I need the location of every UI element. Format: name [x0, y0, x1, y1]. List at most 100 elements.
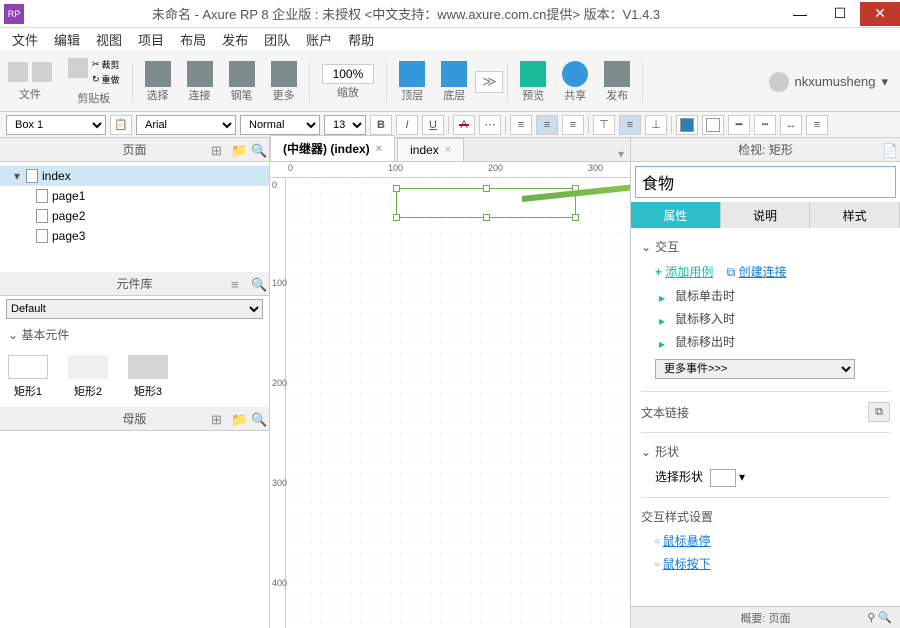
bold-button[interactable]: B [370, 115, 392, 135]
more-fmt-button[interactable]: ≡ [806, 115, 828, 135]
menu-publish[interactable]: 发布 [214, 28, 256, 51]
more-icon[interactable] [271, 61, 297, 87]
lib-search-icon[interactable]: 🔍 [251, 277, 265, 291]
tab-notes[interactable]: 说明 [721, 202, 811, 228]
canvas-area: (中继器) (index)× index× ▾ 0 100 200 300 0 … [270, 138, 630, 628]
canvas[interactable] [286, 178, 630, 628]
library-select[interactable]: Default [6, 299, 263, 319]
event-click[interactable]: ▸鼠标单击时 [641, 284, 890, 307]
master-folder-icon[interactable]: 📁 [231, 412, 245, 426]
search-icon[interactable]: 🔍 [251, 143, 265, 157]
menu-layout[interactable]: 布局 [172, 28, 214, 51]
menu-view[interactable]: 视图 [88, 28, 130, 51]
weight-select[interactable]: Normal [240, 115, 320, 135]
size-select[interactable]: 13 [324, 115, 366, 135]
tab-style[interactable]: 样式 [810, 202, 900, 228]
menu-project[interactable]: 项目 [130, 28, 172, 51]
add-case-link[interactable]: 添加用例 [665, 263, 713, 280]
outline-bar[interactable]: 概要: 页面 ⚲ 🔍 [631, 606, 900, 628]
border-button[interactable] [702, 115, 724, 135]
paste-icon[interactable] [68, 58, 88, 78]
top-icon[interactable] [399, 61, 425, 87]
shape-picker[interactable] [710, 469, 736, 487]
select-label: 选择 [147, 87, 169, 103]
text-color-button[interactable]: A [453, 115, 475, 135]
fill-button[interactable] [676, 115, 698, 135]
inspector-menu-icon[interactable]: 📄 [882, 143, 896, 157]
publish-icon[interactable] [604, 61, 630, 87]
lib-menu-icon[interactable]: ≡ [231, 277, 245, 291]
tree-item-page2[interactable]: page2 [0, 206, 269, 226]
press-style-link[interactable]: 鼠标按下 [663, 557, 711, 571]
hover-style-link[interactable]: 鼠标悬停 [663, 534, 711, 548]
text-link-button[interactable]: ⧉ [868, 402, 890, 422]
add-master-icon[interactable]: ⊞ [211, 412, 225, 426]
extra-button[interactable]: ⋯ [479, 115, 501, 135]
close-icon[interactable]: × [376, 143, 382, 155]
section-shape[interactable]: ⌄形状 [641, 439, 890, 464]
filter-icon[interactable]: ⚲ 🔍 [867, 611, 892, 624]
avatar-icon [769, 72, 789, 92]
maximize-button[interactable]: ☐ [820, 2, 860, 26]
line-weight-button[interactable]: ━ [728, 115, 750, 135]
lib-item-rect3[interactable]: 矩形3 [128, 355, 168, 399]
menu-team[interactable]: 团队 [256, 28, 298, 51]
zoom-select[interactable]: 100% [322, 64, 375, 84]
valign-bot-button[interactable]: ⊥ [645, 115, 667, 135]
paste-style-icon[interactable]: 📋 [110, 115, 132, 135]
add-page-icon[interactable]: ⊞ [211, 143, 225, 157]
tab-dropdown-icon[interactable]: ▾ [612, 147, 630, 161]
inspector-panel: 检视: 矩形 📄 属性 说明 样式 ⌄交互 + 添加用例 ⧉ 创建连接 ▸鼠标单… [630, 138, 900, 628]
new-icon[interactable] [8, 62, 28, 82]
redo-icon[interactable]: ↻ [92, 74, 100, 85]
user-button[interactable]: nkxumusheng ▾ [757, 72, 900, 92]
align-center-button[interactable]: ≡ [536, 115, 558, 135]
save-icon[interactable] [32, 62, 52, 82]
connect-icon[interactable] [187, 61, 213, 87]
chevron-down-icon[interactable]: ▾ [739, 470, 745, 484]
close-button[interactable]: ✕ [860, 2, 900, 26]
clipboard-label: 剪贴板 [77, 90, 110, 106]
cut-icon[interactable]: ✂ [92, 59, 100, 70]
font-select[interactable]: Arial [136, 115, 236, 135]
valign-mid-button[interactable]: ≡ [619, 115, 641, 135]
overflow-button[interactable]: ≫ [475, 71, 503, 93]
tab-properties[interactable]: 属性 [631, 202, 721, 228]
select-icon[interactable] [145, 61, 171, 87]
shape-select[interactable]: Box 1 [6, 115, 106, 135]
bottom-icon[interactable] [441, 61, 467, 87]
underline-button[interactable]: U [422, 115, 444, 135]
minimize-button[interactable]: — [780, 2, 820, 26]
align-left-button[interactable]: ≡ [510, 115, 532, 135]
tree-root[interactable]: ▾index [0, 166, 269, 186]
library-category[interactable]: ⌄ 基本元件 [0, 322, 269, 347]
menu-edit[interactable]: 编辑 [46, 28, 88, 51]
lib-item-rect2[interactable]: 矩形2 [68, 355, 108, 399]
valign-top-button[interactable]: ⊤ [593, 115, 615, 135]
align-right-button[interactable]: ≡ [562, 115, 584, 135]
arrow-button[interactable]: ↔ [780, 115, 802, 135]
tree-item-page1[interactable]: page1 [0, 186, 269, 206]
section-interactions[interactable]: ⌄交互 [641, 234, 890, 259]
lib-item-rect1[interactable]: 矩形1 [8, 355, 48, 399]
close-icon[interactable]: × [445, 144, 451, 156]
pen-icon[interactable] [229, 61, 255, 87]
event-mouseenter[interactable]: ▸鼠标移入时 [641, 307, 890, 330]
share-icon[interactable] [562, 61, 588, 87]
event-mouseleave[interactable]: ▸鼠标移出时 [641, 330, 890, 353]
library-panel-header: 元件库 ≡ 🔍 [0, 272, 269, 296]
preview-icon[interactable] [520, 61, 546, 87]
master-search-icon[interactable]: 🔍 [251, 412, 265, 426]
more-events-select[interactable]: 更多事件>>> [655, 359, 855, 379]
widget-name-input[interactable] [635, 166, 896, 198]
menu-file[interactable]: 文件 [4, 28, 46, 51]
tab-repeater[interactable]: (中继器) (index)× [270, 135, 395, 161]
italic-button[interactable]: I [396, 115, 418, 135]
add-folder-icon[interactable]: 📁 [231, 143, 245, 157]
tab-index[interactable]: index× [397, 138, 464, 161]
create-link-link[interactable]: 创建连接 [739, 263, 787, 280]
menu-help[interactable]: 帮助 [340, 28, 382, 51]
menu-account[interactable]: 账户 [298, 28, 340, 51]
tree-item-page3[interactable]: page3 [0, 226, 269, 246]
line-style-button[interactable]: ┅ [754, 115, 776, 135]
